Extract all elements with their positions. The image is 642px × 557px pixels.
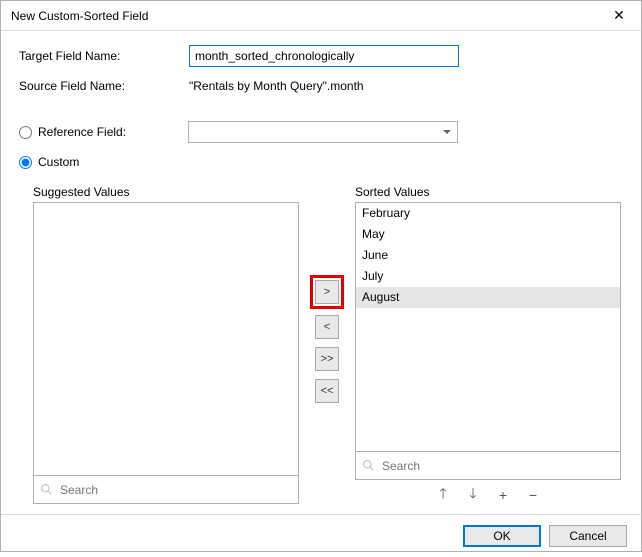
move-down-button[interactable]: 🡓 bbox=[466, 488, 480, 502]
target-field-row: Target Field Name: bbox=[19, 45, 623, 67]
add-item-button[interactable]: + bbox=[496, 488, 510, 502]
sorted-column: Sorted Values FebruaryMayJuneJulyAugust … bbox=[355, 185, 621, 504]
source-field-row: Source Field Name: "Rentals by Month Que… bbox=[19, 75, 623, 97]
dialog-footer: OK Cancel bbox=[1, 514, 641, 557]
sorted-toolbar: 🡑 🡓 + − bbox=[355, 486, 621, 504]
list-item[interactable]: June bbox=[356, 245, 620, 266]
dialog-window: New Custom-Sorted Field ✕ Target Field N… bbox=[0, 0, 642, 552]
add-all-button[interactable]: >> bbox=[315, 347, 339, 371]
suggested-search-input[interactable] bbox=[58, 482, 292, 498]
add-button-highlight: > bbox=[310, 275, 344, 309]
list-item[interactable]: August bbox=[356, 287, 620, 308]
reference-field-radio[interactable] bbox=[19, 126, 32, 139]
ok-button[interactable]: OK bbox=[463, 525, 541, 547]
source-field-label: Source Field Name: bbox=[19, 79, 189, 93]
target-field-input[interactable] bbox=[189, 45, 459, 67]
custom-label[interactable]: Custom bbox=[38, 155, 188, 169]
custom-row: Custom bbox=[19, 151, 623, 173]
remove-all-button[interactable]: << bbox=[315, 379, 339, 403]
arrow-up-icon: 🡑 bbox=[439, 483, 446, 507]
reference-field-combo[interactable] bbox=[188, 121, 458, 143]
lists-area: Suggested Values > < >> << bbox=[19, 185, 623, 504]
list-item[interactable]: February bbox=[356, 203, 620, 224]
sorted-search-input[interactable] bbox=[380, 458, 614, 474]
sorted-search[interactable] bbox=[355, 452, 621, 480]
reference-field-label[interactable]: Reference Field: bbox=[38, 125, 188, 139]
target-field-label: Target Field Name: bbox=[19, 49, 189, 63]
suggested-search[interactable] bbox=[33, 476, 299, 504]
list-item[interactable]: May bbox=[356, 224, 620, 245]
cancel-button[interactable]: Cancel bbox=[549, 525, 627, 547]
suggested-listbox[interactable] bbox=[33, 202, 299, 476]
custom-radio[interactable] bbox=[19, 156, 32, 169]
titlebar: New Custom-Sorted Field ✕ bbox=[1, 1, 641, 31]
sorted-header: Sorted Values bbox=[355, 185, 621, 199]
suggested-column: Suggested Values bbox=[33, 185, 299, 504]
add-button[interactable]: > bbox=[315, 280, 339, 304]
arrow-down-icon: 🡓 bbox=[469, 483, 476, 507]
search-icon bbox=[40, 483, 53, 496]
source-field-value: "Rentals by Month Query".month bbox=[189, 79, 364, 93]
move-up-button[interactable]: 🡑 bbox=[436, 488, 450, 502]
transfer-buttons: > < >> << bbox=[299, 185, 355, 504]
remove-button[interactable]: < bbox=[315, 315, 339, 339]
suggested-header: Suggested Values bbox=[33, 185, 299, 199]
list-item[interactable]: July bbox=[356, 266, 620, 287]
window-title: New Custom-Sorted Field bbox=[11, 9, 148, 23]
plus-icon: + bbox=[499, 487, 507, 503]
sorted-listbox[interactable]: FebruaryMayJuneJulyAugust bbox=[355, 202, 621, 452]
minus-icon: − bbox=[529, 487, 537, 503]
dialog-content: Target Field Name: Source Field Name: "R… bbox=[1, 31, 641, 514]
search-icon bbox=[362, 459, 375, 472]
remove-item-button[interactable]: − bbox=[526, 488, 540, 502]
close-button[interactable]: ✕ bbox=[597, 1, 641, 31]
reference-field-row: Reference Field: bbox=[19, 121, 623, 143]
close-icon: ✕ bbox=[613, 7, 625, 24]
